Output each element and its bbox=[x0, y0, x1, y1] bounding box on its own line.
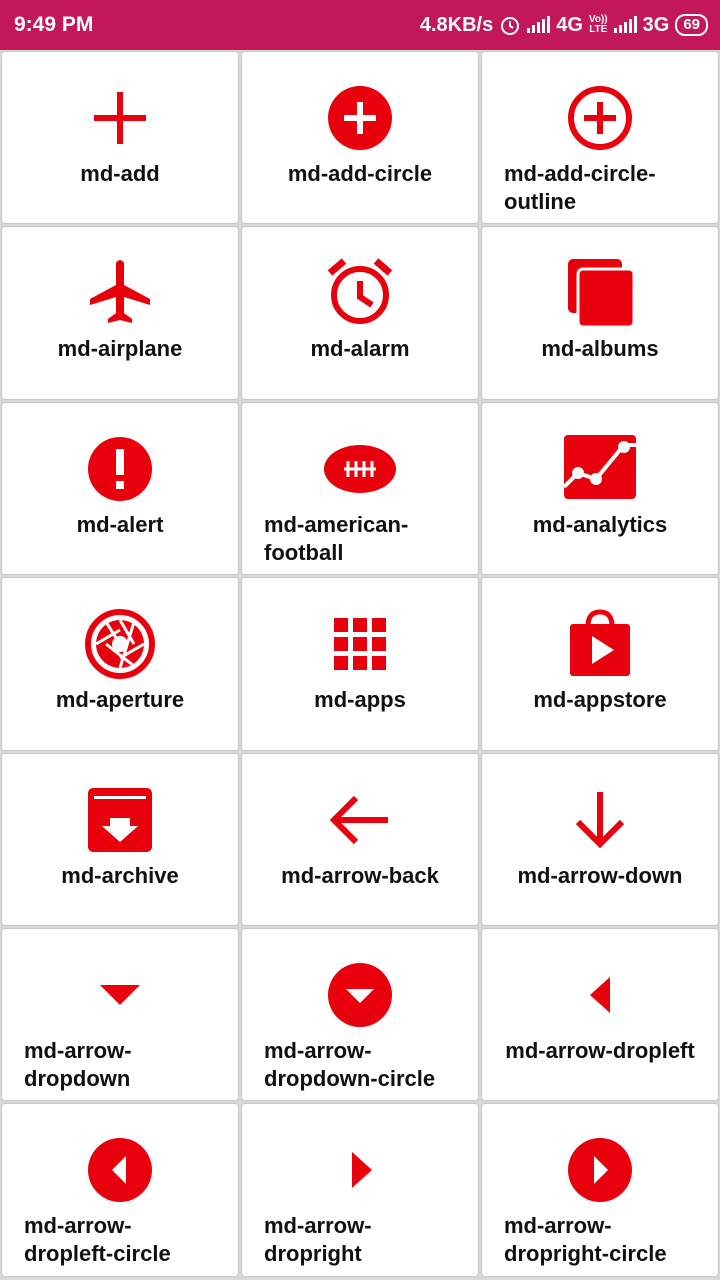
arrow-dropdown-icon bbox=[82, 957, 158, 1033]
icon-label: md-alert bbox=[76, 511, 164, 537]
icon-label: md-arrow-dropright bbox=[264, 1213, 372, 1267]
icon-label: md-american-football bbox=[264, 511, 409, 565]
battery-icon: 69 bbox=[675, 14, 708, 36]
alarm-icon bbox=[322, 255, 398, 331]
alarm-status-icon bbox=[501, 17, 520, 35]
icon-label: md-add-circle bbox=[287, 161, 433, 186]
arrow-back-icon bbox=[322, 782, 398, 858]
icon-label: md-arrow-dropright-circle bbox=[504, 1213, 667, 1267]
status-time: 9:49 PM bbox=[14, 13, 94, 36]
icon-label: md-airplane bbox=[57, 336, 183, 362]
icon-cell-md-add-circle-outline[interactable]: md-add-circle-outline bbox=[481, 51, 719, 225]
icon-cell-md-arrow-dropright[interactable]: md-arrow-dropright bbox=[241, 1103, 479, 1277]
archive-icon bbox=[82, 782, 158, 858]
arrow-dropright-circle-icon bbox=[562, 1132, 638, 1208]
status-bar: 9:49 PM 4.8KB/s 4G Vo)) LTE 3G 69 bbox=[0, 0, 720, 50]
american-football-icon bbox=[322, 431, 398, 507]
icon-cell-md-alarm[interactable]: md-alarm bbox=[241, 226, 479, 400]
icon-label: md-albums bbox=[541, 336, 659, 362]
icon-label: md-arrow-dropdown bbox=[24, 1037, 132, 1091]
icon-label: md-appstore bbox=[533, 687, 667, 713]
icon-cell-md-add[interactable]: md-add bbox=[1, 51, 239, 225]
aperture-icon bbox=[82, 606, 158, 682]
appstore-icon bbox=[562, 606, 638, 682]
icon-cell-md-apps[interactable]: md-apps bbox=[241, 577, 479, 751]
icon-label: md-arrow-back bbox=[281, 862, 439, 888]
icon-cell-md-appstore[interactable]: md-appstore bbox=[481, 577, 719, 751]
icon-label: md-arrow-dropleft bbox=[505, 1037, 695, 1063]
icon-cell-md-arrow-back[interactable]: md-arrow-back bbox=[241, 752, 479, 926]
add-icon bbox=[82, 80, 158, 156]
icon-label: md-aperture bbox=[55, 687, 185, 713]
icon-label: md-add-circle-outline bbox=[504, 161, 656, 214]
albums-icon bbox=[562, 255, 638, 331]
add-circle-outline-icon bbox=[562, 80, 638, 156]
icon-cell-md-analytics[interactable]: md-analytics bbox=[481, 401, 719, 576]
arrow-dropleft-circle-icon bbox=[82, 1132, 158, 1208]
icon-grid: md-add md-add-circle md-add-circle-outline… bbox=[0, 50, 720, 1278]
volte-badge: Vo)) LTE bbox=[588, 14, 608, 35]
icon-cell-md-add-circle[interactable]: md-add-circle bbox=[241, 51, 479, 225]
network-type-1: 4G bbox=[556, 13, 583, 36]
network-speed: 4.8KB/s bbox=[419, 13, 494, 36]
icon-label: md-arrow-dropleft-circle bbox=[24, 1213, 171, 1267]
airplane-icon bbox=[82, 255, 158, 331]
icon-label: md-arrow-dropdown-circle bbox=[264, 1037, 436, 1091]
icon-cell-md-arrow-dropleft-circle[interactable]: md-arrow-dropleft-circle bbox=[1, 1103, 239, 1277]
status-indicators: 4.8KB/s 4G Vo)) LTE 3G 69 bbox=[420, 14, 708, 37]
arrow-dropleft-icon bbox=[562, 957, 638, 1033]
icon-label: md-arrow-down bbox=[517, 862, 683, 888]
network-type-2: 3G bbox=[642, 13, 670, 36]
icon-cell-md-archive[interactable]: md-archive bbox=[1, 752, 239, 926]
icon-cell-md-alert[interactable]: md-alert bbox=[1, 401, 239, 576]
icon-cell-md-arrow-dropdown-circle[interactable]: md-arrow-dropdown-circle bbox=[241, 927, 479, 1102]
icon-label: md-apps bbox=[314, 687, 406, 713]
icon-label: md-archive bbox=[61, 862, 179, 888]
signal-2-icon bbox=[613, 16, 637, 33]
icon-label: md-add bbox=[80, 161, 160, 186]
alert-icon bbox=[82, 431, 158, 507]
icon-label: md-alarm bbox=[310, 336, 410, 362]
icon-label: md-analytics bbox=[532, 511, 668, 537]
icon-cell-md-arrow-dropdown[interactable]: md-arrow-dropdown bbox=[1, 927, 239, 1102]
arrow-dropdown-circle-icon bbox=[322, 957, 398, 1033]
icon-cell-md-arrow-dropleft[interactable]: md-arrow-dropleft bbox=[481, 927, 719, 1102]
icon-cell-md-aperture[interactable]: md-aperture bbox=[1, 577, 239, 751]
add-circle-icon bbox=[322, 80, 398, 156]
icon-cell-md-airplane[interactable]: md-airplane bbox=[1, 226, 239, 400]
icon-cell-md-american-football[interactable]: md-american-football bbox=[241, 401, 479, 576]
icon-cell-md-albums[interactable]: md-albums bbox=[481, 226, 719, 400]
arrow-dropright-icon bbox=[322, 1132, 398, 1208]
signal-1-icon bbox=[527, 16, 551, 33]
icon-cell-md-arrow-dropright-circle[interactable]: md-arrow-dropright-circle bbox=[481, 1103, 719, 1277]
arrow-down-icon bbox=[562, 782, 638, 858]
analytics-icon bbox=[562, 431, 638, 507]
icon-cell-md-arrow-down[interactable]: md-arrow-down bbox=[481, 752, 719, 926]
apps-icon bbox=[322, 606, 398, 682]
